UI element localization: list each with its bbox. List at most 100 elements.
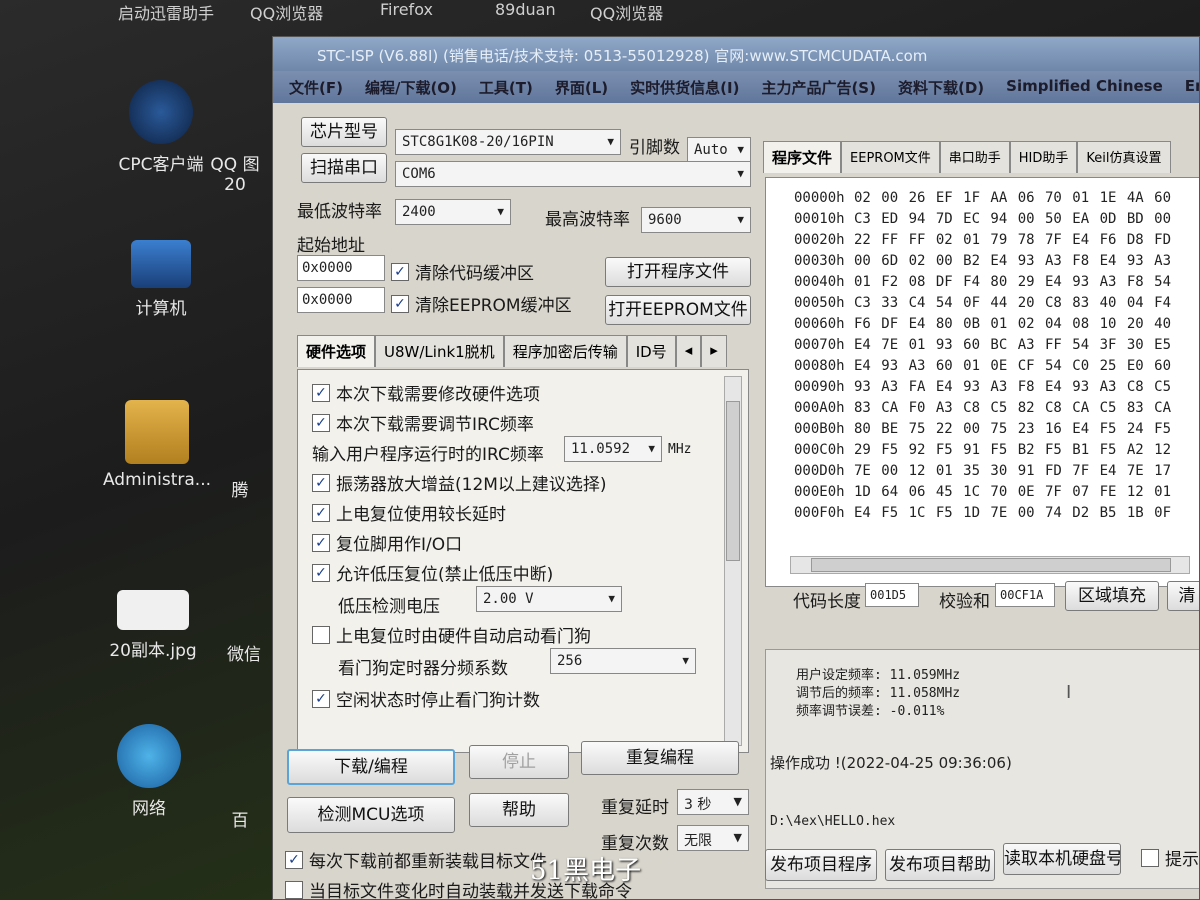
desktop-icon-label: 20副本.jpg <box>109 641 197 661</box>
chevron-down-icon: ▼ <box>648 442 655 455</box>
chip-model-button[interactable]: 芯片型号 <box>301 117 387 147</box>
eeprom-start-address-input[interactable]: 0x0000 <box>297 287 385 313</box>
publish-project-help-button[interactable]: 发布项目帮助 <box>885 849 995 881</box>
option-modify-hardware-checkbox[interactable]: ✓ 本次下载需要修改硬件选项 <box>312 380 540 405</box>
menu-product-ads[interactable]: 主力产品广告(S) <box>761 77 876 97</box>
repeat-delay-select[interactable]: 3 秒 ▼ <box>677 789 749 815</box>
hex-bytes: C3 33 C4 54 0F 44 20 C8 83 40 04 F4 <box>854 295 1172 311</box>
chevron-down-icon: ▼ <box>733 795 742 808</box>
publish-project-program-button[interactable]: 发布项目程序 <box>765 849 877 881</box>
max-baud-select[interactable]: 9600 ▼ <box>641 207 751 233</box>
check-mcu-options-button[interactable]: 检测MCU选项 <box>287 797 455 833</box>
network-icon <box>117 724 181 788</box>
clear-code-buffer-checkbox[interactable]: ✓ 清除代码缓冲区 <box>391 259 534 284</box>
port-select[interactable]: COM6 ▼ <box>395 161 751 187</box>
pins-select[interactable]: Auto ▼ <box>687 137 751 163</box>
menu-language-chinese[interactable]: Simplified Chinese <box>1006 77 1163 97</box>
tab-encrypted-transfer[interactable]: 程序加密后传输 <box>503 335 627 367</box>
menu-downloads[interactable]: 资料下载(D) <box>898 77 984 97</box>
menu-tools[interactable]: 工具(T) <box>479 77 533 97</box>
stop-button[interactable]: 停止 <box>469 745 569 779</box>
hex-horizontal-scrollbar[interactable] <box>790 556 1190 574</box>
tab-serial-assistant[interactable]: 串口助手 <box>939 141 1010 173</box>
desktop-icon-wechat[interactable]: 微信 <box>214 640 274 665</box>
desktop-icon-baidu[interactable]: 百 <box>210 806 270 831</box>
tab-u8w-offline[interactable]: U8W/Link1脱机 <box>375 335 504 367</box>
chip-model-select[interactable]: STC8G1K08-20/16PIN ▼ <box>395 129 621 155</box>
min-baud-label: 最低波特率 <box>297 202 382 222</box>
desktop-icon-administrator[interactable]: Administra... <box>92 400 222 490</box>
check-icon: ✓ <box>285 850 303 869</box>
desktop-top-label[interactable]: QQ浏览器 <box>590 0 663 24</box>
menu-supply-info[interactable]: 实时供货信息(I) <box>630 77 739 97</box>
hex-address: 000A0h <box>794 400 845 416</box>
menu-interface[interactable]: 界面(L) <box>555 77 608 97</box>
checkbox-empty-icon <box>312 625 330 644</box>
scrollbar-thumb[interactable] <box>726 401 740 561</box>
option-idle-stop-watchdog-checkbox[interactable]: ✓ 空闲状态时停止看门狗计数 <box>312 686 540 711</box>
options-scrollbar[interactable] <box>724 376 742 746</box>
option-adjust-irc-checkbox[interactable]: ✓ 本次下载需要调节IRC频率 <box>312 410 534 435</box>
hex-address: 00090h <box>794 379 845 395</box>
clear-code-buffer-label: 清除代码缓冲区 <box>415 264 534 284</box>
tab-eeprom-file[interactable]: EEPROM文件 <box>841 141 940 173</box>
tab-scroll-right-icon[interactable]: ▸ <box>701 335 727 367</box>
tab-hardware-options[interactable]: 硬件选项 <box>297 335 376 367</box>
menu-language-english[interactable]: Eng <box>1185 77 1199 97</box>
hex-row: 00000h 02 00 26 EF 1F AA 06 70 01 1E 4A 6… <box>766 190 1171 206</box>
open-eeprom-file-button[interactable]: 打开EEPROM文件 <box>605 295 751 325</box>
chevron-down-icon: ▼ <box>497 205 504 218</box>
desktop-top-label[interactable]: 89duan <box>495 0 556 19</box>
scan-port-button[interactable]: 扫描串口 <box>301 153 387 183</box>
desktop-icon-tencent[interactable]: 腾 <box>210 476 270 501</box>
repeat-program-button[interactable]: 重复编程 <box>581 741 739 775</box>
desktop-icon-image-file[interactable]: 20副本.jpg <box>88 590 218 661</box>
option-reset-pin-io-checkbox[interactable]: ✓ 复位脚用作I/O口 <box>312 530 462 555</box>
scrollbar-thumb[interactable] <box>811 558 1171 572</box>
desktop-icon-network[interactable]: 网络 <box>84 724 214 819</box>
repeat-count-value: 无限 <box>684 833 712 849</box>
code-start-address-input[interactable]: 0x0000 <box>297 255 385 281</box>
download-program-button[interactable]: 下载/编程 <box>287 749 455 785</box>
desktop-icon-label: CPC客户端 <box>118 155 204 175</box>
min-baud-select[interactable]: 2400 ▼ <box>395 199 511 225</box>
option-oscillator-gain-checkbox[interactable]: ✓ 振荡器放大增益(12M以上建议选择) <box>312 470 607 495</box>
menu-program-download[interactable]: 编程/下载(O) <box>365 77 457 97</box>
hex-address: 000F0h <box>794 505 845 521</box>
region-fill-button[interactable]: 区域填充 <box>1065 581 1159 611</box>
desktop-icon-computer[interactable]: 计算机 <box>96 240 226 319</box>
desktop-icon-qq-image[interactable]: QQ 图20 <box>200 150 270 195</box>
tab-keil-debug-settings[interactable]: Keil仿真设置 <box>1077 141 1171 173</box>
tab-hid-assistant[interactable]: HID助手 <box>1009 141 1078 173</box>
tab-program-file[interactable]: 程序文件 <box>763 141 842 173</box>
reload-before-download-checkbox[interactable]: ✓ 每次下载前都重新装载目标文件 <box>285 847 547 872</box>
hex-address: 00000h <box>794 190 845 206</box>
hex-bytes: 22 FF FF 02 01 79 78 7F E4 F6 D8 FD <box>854 232 1172 248</box>
watchdog-divider-select[interactable]: 256 ▼ <box>550 648 696 674</box>
hex-address: 00020h <box>794 232 845 248</box>
file-path: D:\4ex\HELLO.hex <box>770 814 896 829</box>
read-disk-id-button[interactable]: 读取本机硬盘号 <box>1003 843 1121 875</box>
option-label: 本次下载需要调节IRC频率 <box>336 415 534 435</box>
desktop-top-label[interactable]: 启动迅雷助手 <box>118 0 214 24</box>
clear-eeprom-buffer-checkbox[interactable]: ✓ 清除EEPROM缓冲区 <box>391 291 572 316</box>
hex-address: 00040h <box>794 274 845 290</box>
option-watchdog-auto-start-checkbox[interactable]: 上电复位时由硬件自动启动看门狗 <box>312 622 591 647</box>
open-program-file-button[interactable]: 打开程序文件 <box>605 257 751 287</box>
repeat-count-select[interactable]: 无限 ▼ <box>677 825 749 851</box>
hex-viewer[interactable]: 00000h 02 00 26 EF 1F AA 06 70 01 1E 4A 6… <box>765 177 1199 587</box>
tab-id-number[interactable]: ID号 <box>626 335 676 367</box>
irc-frequency-select[interactable]: 11.0592 ▼ <box>564 436 662 462</box>
desktop-top-label[interactable]: Firefox <box>380 0 433 19</box>
option-low-voltage-reset-checkbox[interactable]: ✓ 允许低压复位(禁止低压中断) <box>312 560 553 585</box>
desktop-top-label[interactable]: QQ浏览器 <box>250 0 323 24</box>
option-long-reset-delay-checkbox[interactable]: ✓ 上电复位使用较长延时 <box>312 500 506 525</box>
menu-file[interactable]: 文件(F) <box>289 77 343 97</box>
chevron-down-icon: ▼ <box>682 654 689 667</box>
help-button[interactable]: 帮助 <box>469 793 569 827</box>
clear-buffer-button[interactable]: 清 <box>1167 581 1199 611</box>
prompt-sound-checkbox[interactable]: 提示音 <box>1141 845 1199 870</box>
lvd-voltage-select[interactable]: 2.00 V ▼ <box>476 586 622 612</box>
hex-row: 00010h C3 ED 94 7D EC 94 00 50 EA 0D BD 0… <box>766 211 1171 227</box>
tab-scroll-left-icon[interactable]: ◂ <box>675 335 702 367</box>
